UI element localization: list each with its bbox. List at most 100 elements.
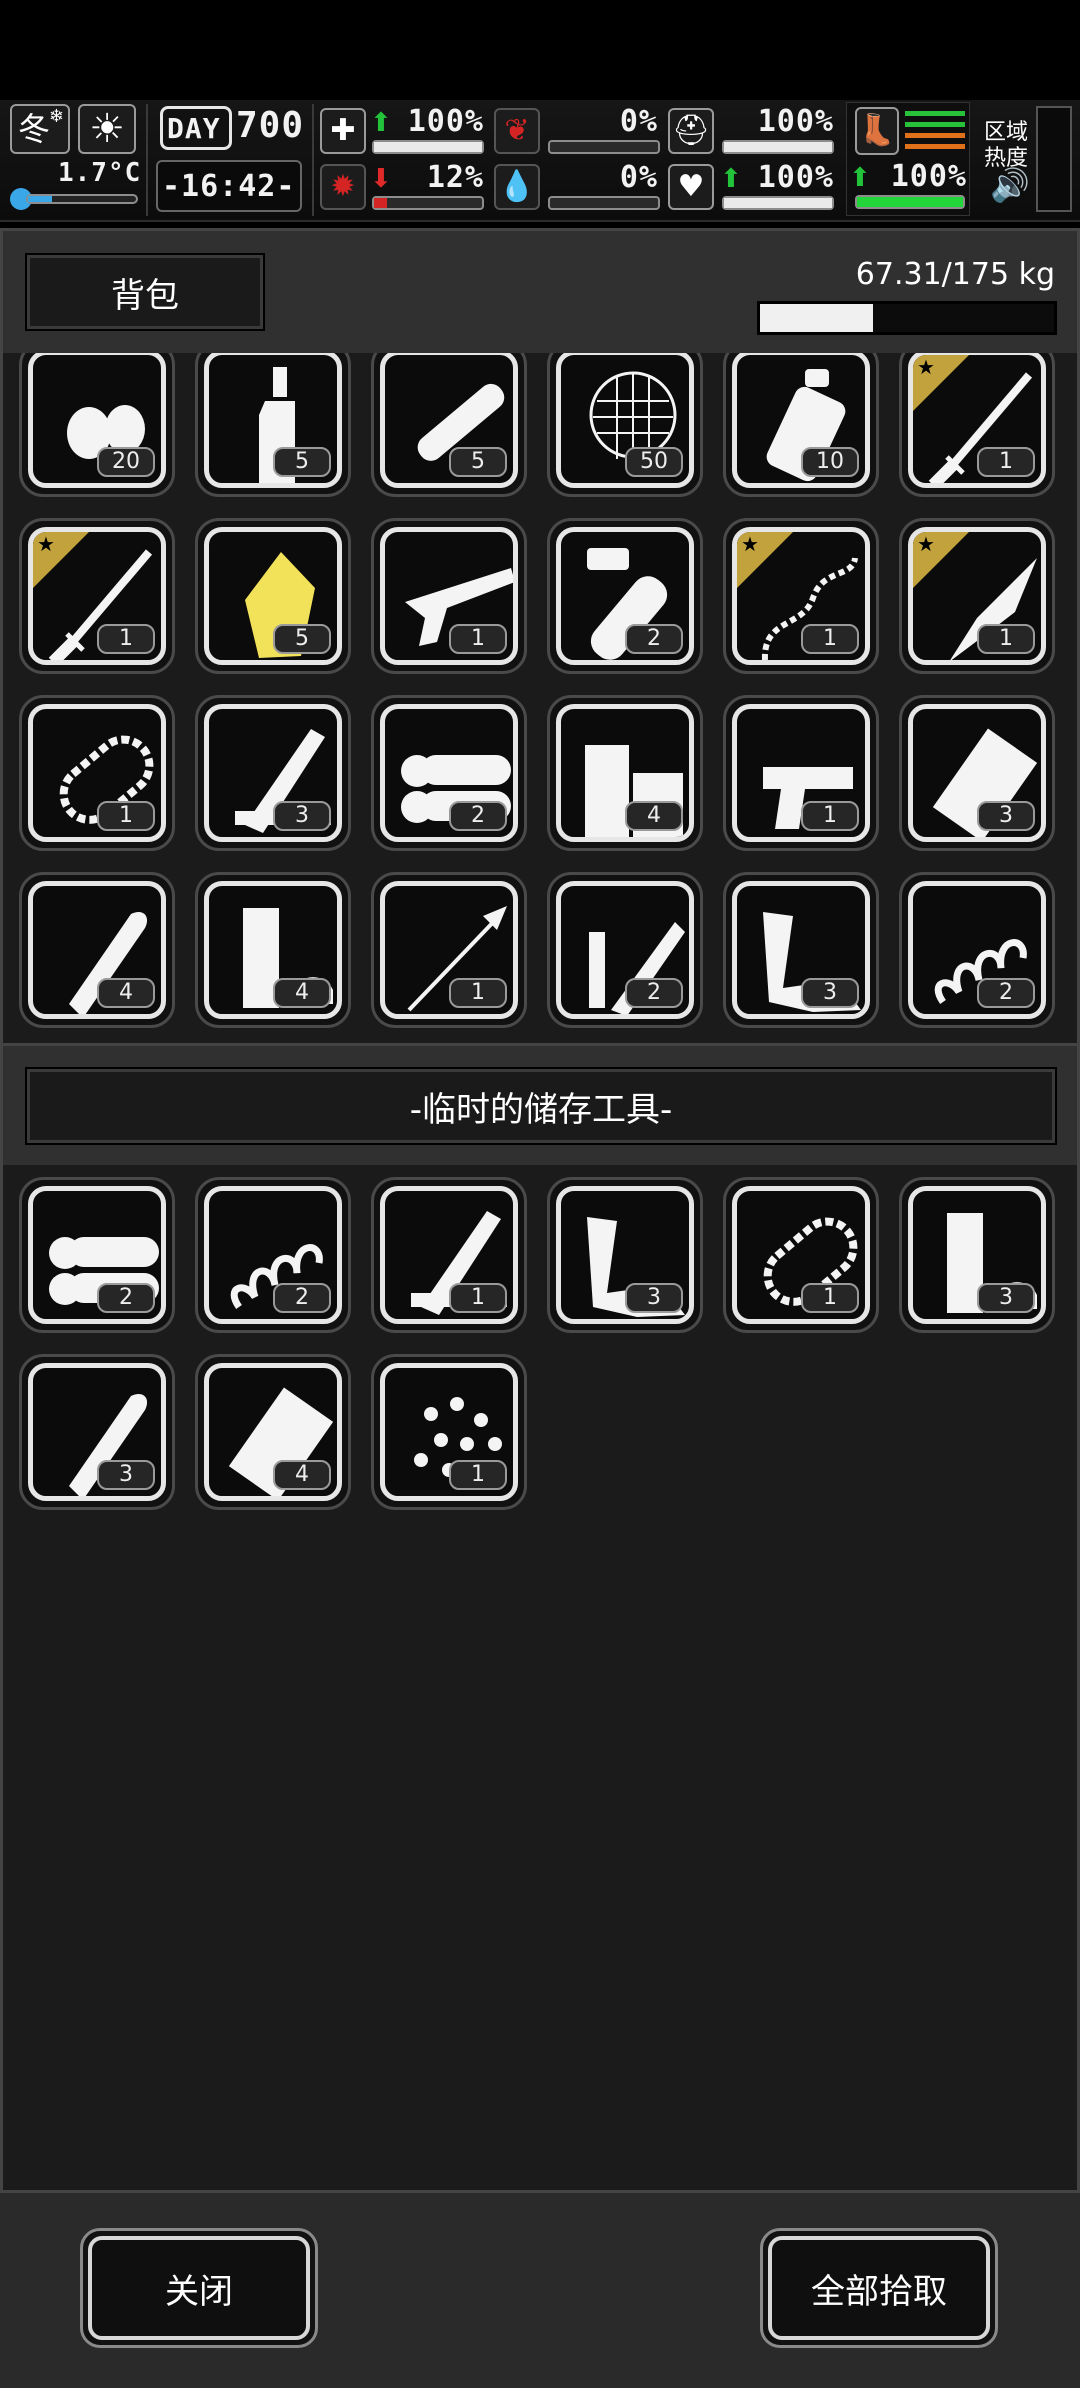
- backpack-item-slot-frame: 5: [380, 353, 518, 488]
- backpack-item-slot[interactable]: 4: [547, 695, 703, 851]
- infection-bar: [372, 196, 484, 210]
- backpack-item-slot-frame: ★ 1: [28, 527, 166, 665]
- weight-bar: [757, 301, 1057, 335]
- item-count: 1: [449, 1460, 507, 1490]
- item-count: 1: [977, 624, 1035, 654]
- loot-panel: 背包 67.31/175 kg 20 5 5 50 10 ★ 1 ★ 1 5 1 2 ★ 1 ★ 1 1 3 2 4 1…: [0, 228, 1080, 2232]
- backpack-item-slot[interactable]: ★ 1: [899, 518, 1055, 674]
- season-label: 冬: [18, 110, 51, 148]
- backpack-item-slot[interactable]: 1: [371, 872, 527, 1028]
- mood-up-arrow-icon: ⬆: [720, 164, 742, 194]
- close-button-label: 关闭: [165, 2271, 233, 2312]
- take-all-button[interactable]: 全部拾取: [760, 2228, 998, 2348]
- zone-heat-meter: [1036, 106, 1072, 212]
- backpack-item-slot[interactable]: 5: [195, 518, 351, 674]
- backpack-item-slot[interactable]: 4: [19, 872, 175, 1028]
- item-count: 2: [97, 1283, 155, 1313]
- backpack-item-slot[interactable]: 1: [723, 695, 879, 851]
- storage-item-slot-frame: 3: [28, 1363, 166, 1501]
- storage-grid[interactable]: 2 2 1 3 1 3 3 4 1: [3, 1167, 1077, 2127]
- backpack-item-slot-frame: 2: [556, 881, 694, 1019]
- item-count: 3: [801, 978, 859, 1008]
- rare-star-icon: ★: [913, 355, 971, 413]
- infection-down-arrow-icon: ⬇: [370, 164, 392, 194]
- backpack-item-slot-frame: 1: [28, 704, 166, 842]
- armor-bar-fill: [724, 142, 832, 152]
- backpack-item-slot[interactable]: 1: [371, 518, 527, 674]
- backpack-item-slot-frame: 2: [908, 881, 1046, 1019]
- storage-item-slot[interactable]: 2: [195, 1177, 351, 1333]
- thirst-bar: [548, 196, 660, 210]
- speaker-icon[interactable]: 🔊: [990, 166, 1030, 204]
- backpack-item-slot[interactable]: 20: [19, 353, 175, 497]
- item-count: 3: [273, 801, 331, 831]
- backpack-item-slot[interactable]: ★ 1: [899, 353, 1055, 497]
- item-count: 5: [273, 447, 331, 477]
- item-count: 10: [801, 447, 859, 477]
- backpack-item-slot[interactable]: 2: [371, 695, 527, 851]
- backpack-item-slot[interactable]: ★ 1: [723, 518, 879, 674]
- heart-icon: ♥: [668, 164, 714, 210]
- item-count: 1: [449, 978, 507, 1008]
- item-count: 1: [449, 624, 507, 654]
- backpack-item-slot[interactable]: 4: [195, 872, 351, 1028]
- infection-bar-fill: [374, 198, 387, 208]
- item-count: 3: [625, 1283, 683, 1313]
- thermometer-icon: [10, 188, 138, 210]
- take-all-button-label: 全部拾取: [811, 2271, 947, 2312]
- backpack-item-slot-frame: 20: [28, 353, 166, 488]
- backpack-item-slot[interactable]: 2: [547, 872, 703, 1028]
- backpack-item-slot-frame: ★ 1: [908, 353, 1046, 488]
- backpack-item-slot[interactable]: ★ 1: [19, 518, 175, 674]
- item-count: 1: [97, 624, 155, 654]
- backpack-grid[interactable]: 20 5 5 50 10 ★ 1 ★ 1 5 1 2 ★ 1 ★ 1 1 3 2 4 1 3 4 4 1 2 3 2: [3, 353, 1077, 1041]
- item-count: 3: [977, 1283, 1035, 1313]
- backpack-item-slot-frame: 4: [204, 881, 342, 1019]
- storage-item-slot[interactable]: 1: [371, 1354, 527, 1510]
- season-indicator: 冬 ❄: [10, 104, 70, 154]
- item-count: 2: [273, 1283, 331, 1313]
- clock-box: -16:42-: [156, 160, 302, 212]
- storage-item-slot[interactable]: 3: [19, 1354, 175, 1510]
- backpack-item-slot[interactable]: 3: [195, 695, 351, 851]
- weight-text: 67.31/175 kg: [855, 257, 1055, 292]
- item-count: 5: [449, 447, 507, 477]
- backpack-item-slot[interactable]: 2: [547, 518, 703, 674]
- backpack-item-slot[interactable]: 2: [899, 872, 1055, 1028]
- backpack-item-slot-frame: 1: [380, 881, 518, 1019]
- armor-percent: 100%: [757, 104, 834, 139]
- helmet-icon: ⛑: [668, 108, 714, 154]
- rare-star-icon: ★: [737, 532, 795, 590]
- mood-bar: [722, 196, 834, 210]
- backpack-item-slot[interactable]: 10: [723, 353, 879, 497]
- backpack-item-slot[interactable]: 5: [195, 353, 351, 497]
- temperature-value: 1.7°C: [58, 158, 142, 188]
- item-count: 3: [97, 1460, 155, 1490]
- backpack-item-slot-frame: 5: [204, 353, 342, 488]
- backpack-item-slot[interactable]: 3: [899, 695, 1055, 851]
- backpack-item-slot[interactable]: 1: [19, 695, 175, 851]
- stamina-panel: 👢 ⬆ 100%: [846, 102, 970, 216]
- mood-percent: 100%: [757, 160, 834, 195]
- storage-item-slot-frame: 1: [380, 1363, 518, 1501]
- weight-bar-fill: [760, 304, 874, 332]
- item-count: 4: [273, 978, 331, 1008]
- storage-item-slot[interactable]: 2: [19, 1177, 175, 1333]
- storage-item-slot[interactable]: 3: [899, 1177, 1055, 1333]
- backpack-item-slot[interactable]: 3: [723, 872, 879, 1028]
- storage-item-slot-frame: 2: [204, 1186, 342, 1324]
- storage-item-slot[interactable]: 1: [723, 1177, 879, 1333]
- water-drop-icon: 💧: [494, 164, 540, 210]
- storage-item-slot[interactable]: 4: [195, 1354, 351, 1510]
- storage-item-slot[interactable]: 3: [547, 1177, 703, 1333]
- backpack-item-slot[interactable]: 50: [547, 353, 703, 497]
- storage-item-slot[interactable]: 1: [371, 1177, 527, 1333]
- stomach-percent: 0%: [619, 104, 658, 139]
- backpack-item-slot[interactable]: 5: [371, 353, 527, 497]
- health-percent: 100%: [407, 104, 484, 139]
- backpack-item-slot-frame: 2: [380, 704, 518, 842]
- item-count: 2: [625, 978, 683, 1008]
- day-label: DAY: [167, 112, 221, 145]
- close-button[interactable]: 关闭: [80, 2228, 318, 2348]
- rare-star-icon: ★: [33, 532, 91, 590]
